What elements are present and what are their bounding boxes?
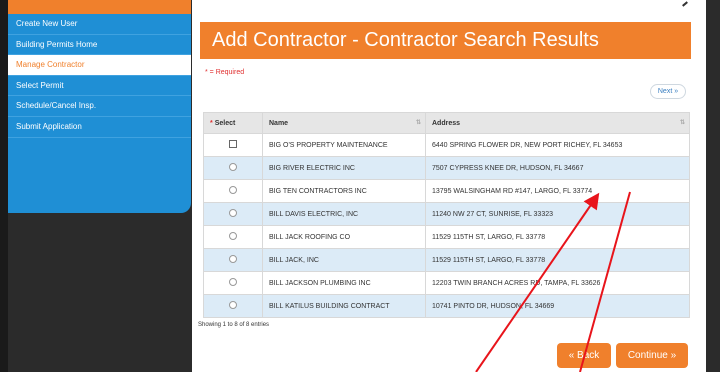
- table-row: BILL JACK, INC 11529 115TH ST, LARGO, FL…: [203, 248, 690, 272]
- window-right-edge: [706, 0, 720, 372]
- select-radio[interactable]: [229, 163, 237, 171]
- contractor-name: BIG TEN CONTRACTORS INC: [262, 179, 426, 203]
- sidebar-item-submit-application[interactable]: Submit Application: [8, 117, 191, 138]
- column-header-address[interactable]: Address ⇅: [425, 112, 690, 134]
- contractor-address: 13795 WALSINGHAM RD #147, LARGO, FL 3377…: [425, 179, 690, 203]
- column-header-address-label: Address: [432, 119, 461, 127]
- contractor-name: BILL DAVIS ELECTRIC, INC: [262, 202, 426, 226]
- select-radio[interactable]: [229, 209, 237, 217]
- table-row: BILL KATILUS BUILDING CONTRACT 10741 PIN…: [203, 294, 690, 318]
- select-radio[interactable]: [229, 255, 237, 263]
- select-radio[interactable]: [229, 301, 237, 309]
- select-cell: [203, 202, 263, 226]
- contractor-name: BIG O'S PROPERTY MAINTENANCE: [262, 133, 426, 157]
- sidebar: Create New User Building Permits Home Ma…: [8, 0, 191, 213]
- column-header-name[interactable]: Name ⇅: [262, 112, 426, 134]
- select-cell: [203, 179, 263, 203]
- select-cell: [203, 248, 263, 272]
- continue-button[interactable]: Continue »: [616, 343, 688, 368]
- table-row: BILL DAVIS ELECTRIC, INC 11240 NW 27 CT,…: [203, 202, 690, 226]
- contractor-name: BILL JACKSON PLUMBING INC: [262, 271, 426, 295]
- contractor-address: 6440 SPRING FLOWER DR, NEW PORT RICHEY, …: [425, 133, 690, 157]
- required-note: * = Required: [205, 69, 245, 76]
- contractor-address: 12203 TWIN BRANCH ACRES RD, TAMPA, FL 33…: [425, 271, 690, 295]
- select-cell: [203, 156, 263, 180]
- required-star: *: [210, 119, 213, 127]
- select-cell: [203, 271, 263, 295]
- sidebar-item-select-permit[interactable]: Select Permit: [8, 76, 191, 97]
- select-cell: [203, 225, 263, 249]
- select-radio[interactable]: [229, 186, 237, 194]
- column-header-select[interactable]: * Select: [203, 112, 263, 134]
- table-row: BILL JACK ROOFING CO 11529 115TH ST, LAR…: [203, 225, 690, 249]
- select-radio[interactable]: [229, 278, 237, 286]
- contractor-address: 11240 NW 27 CT, SUNRISE, FL 33323: [425, 202, 690, 226]
- table-row: BIG TEN CONTRACTORS INC 13795 WALSINGHAM…: [203, 179, 690, 203]
- sort-icon[interactable]: ⇅: [680, 119, 685, 126]
- sidebar-item-schedule-cancel-insp[interactable]: Schedule/Cancel Insp.: [8, 96, 191, 117]
- select-cell: [203, 133, 263, 157]
- contractor-name: BILL JACK ROOFING CO: [262, 225, 426, 249]
- select-radio[interactable]: [229, 232, 237, 240]
- column-header-name-label: Name: [269, 119, 289, 127]
- results-table: * Select Name ⇅ Address ⇅ BIG O'S PROPER…: [203, 112, 690, 318]
- contractor-address: 10741 PINTO DR, HUDSON, FL 34669: [425, 294, 690, 318]
- window-left-edge: [0, 0, 8, 372]
- table-header-row: * Select Name ⇅ Address ⇅: [203, 112, 690, 134]
- page-title: Add Contractor - Contractor Search Resul…: [200, 22, 691, 59]
- contractor-name: BIG RIVER ELECTRIC INC: [262, 156, 426, 180]
- sort-icon[interactable]: ⇅: [416, 119, 421, 126]
- sidebar-item-building-permits-home[interactable]: Building Permits Home: [8, 35, 191, 56]
- back-button[interactable]: « Back: [557, 343, 611, 368]
- contractor-address: 11529 115TH ST, LARGO, FL 33778: [425, 248, 690, 272]
- entries-info: Showing 1 to 8 of 8 entries: [198, 322, 270, 328]
- sidebar-item-create-new-user[interactable]: Create New User: [8, 14, 191, 35]
- table-row: BIG O'S PROPERTY MAINTENANCE 6440 SPRING…: [203, 133, 690, 157]
- sidebar-top-item[interactable]: [8, 0, 191, 14]
- main-content: Add Contractor - Contractor Search Resul…: [192, 0, 706, 372]
- select-checkbox[interactable]: [229, 140, 237, 148]
- contractor-address: 7507 CYPRESS KNEE DR, HUDSON, FL 34667: [425, 156, 690, 180]
- column-header-select-label: Select: [214, 119, 236, 127]
- sidebar-item-manage-contractor[interactable]: Manage Contractor: [8, 55, 191, 76]
- contractor-name: BILL JACK, INC: [262, 248, 426, 272]
- contractor-address: 11529 115TH ST, LARGO, FL 33778: [425, 225, 690, 249]
- table-row: BILL JACKSON PLUMBING INC 12203 TWIN BRA…: [203, 271, 690, 295]
- contractor-name: BILL KATILUS BUILDING CONTRACT: [262, 294, 426, 318]
- table-row: BIG RIVER ELECTRIC INC 7507 CYPRESS KNEE…: [203, 156, 690, 180]
- select-cell: [203, 294, 263, 318]
- next-page-button[interactable]: Next »: [650, 84, 686, 99]
